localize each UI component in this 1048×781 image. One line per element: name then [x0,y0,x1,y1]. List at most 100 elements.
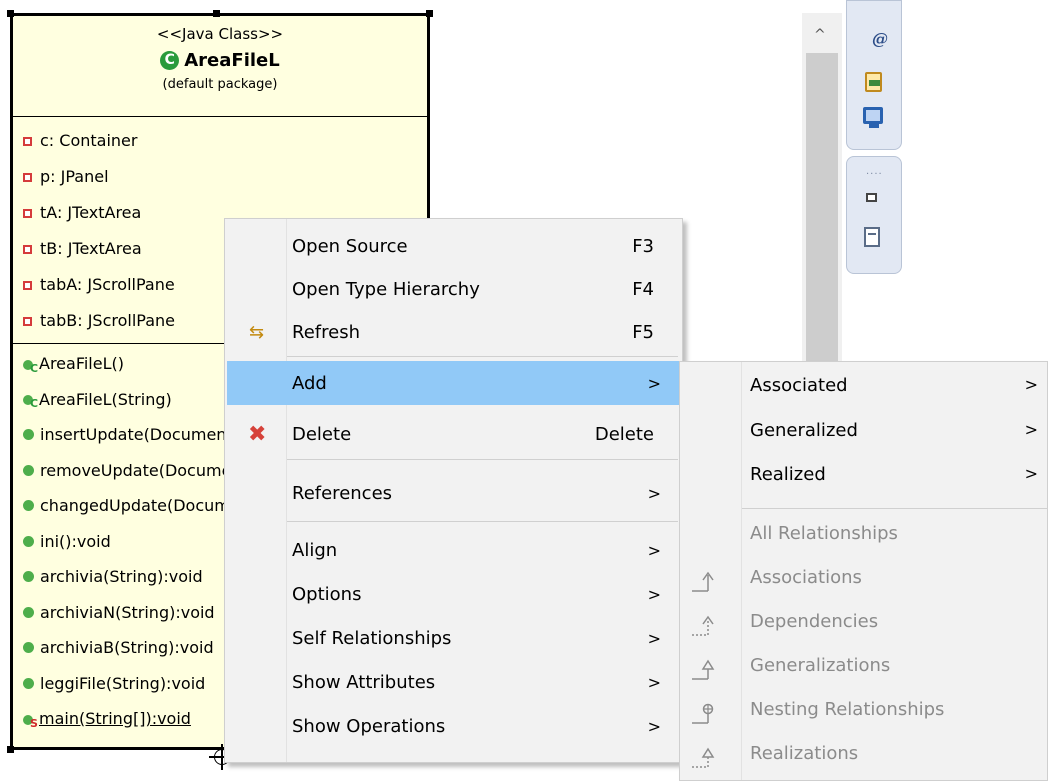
console-icon[interactable] [863,107,883,128]
attribute-label: tA: JTextArea [40,203,142,222]
submenu-item-nesting-relationships[interactable]: Nesting Relationships [680,699,1048,731]
class-icon: C [160,51,180,70]
constructor-label: AreaFileL(String) [39,389,172,409]
submenu-arrow-icon: > [647,373,661,393]
public-method-icon [23,571,34,583]
constructor-badge: C [30,397,39,411]
attribute-label: tabB: JScrollPane [40,311,175,330]
association-icon [692,571,714,592]
refresh-icon: ⇆ [249,321,265,343]
at-sign-icon[interactable]: @ [872,29,888,48]
submenu-item-label: Generalized [750,420,858,441]
public-method-icon [23,606,34,618]
operation-label: leggiFile(String):void [40,673,206,693]
menu-item-label: Add [292,372,327,394]
resize-handle[interactable] [7,10,14,17]
operation-label: insertUpdate(Document [40,425,233,444]
context-menu: Open Source F3 Open Type Hierarchy F4 ⇆ Ref… [224,218,683,763]
menu-item-show-attributes[interactable]: Show Attributes > [227,663,680,701]
menu-item-open-type-hierarchy[interactable]: Open Type Hierarchy F4 [227,270,680,308]
constructor-icon: C [23,358,38,375]
operation-label: ini():void [40,531,111,551]
submenu-item-label: Dependencies [750,611,879,632]
nesting-icon [692,703,714,724]
menu-item-add[interactable]: Add > [227,361,680,405]
menu-item-label: Show Attributes [292,671,436,693]
attribute-row[interactable]: c: Container [13,123,427,159]
public-method-icon [23,429,34,441]
add-submenu: Associated > Generalized > Realized > All R… [679,361,1048,781]
submenu-item-dependencies[interactable]: Dependencies [680,611,1048,643]
menu-item-label: Show Operations [292,715,446,737]
submenu-item-associations[interactable]: Associations [680,567,1048,599]
public-method-icon [23,677,34,689]
submenu-arrow-icon: > [647,483,661,503]
resize-handle[interactable] [213,10,220,17]
class-name: AreaFileL [184,50,280,71]
submenu-item-generalizations[interactable]: Generalizations [680,655,1048,687]
realization-icon [692,747,715,768]
submenu-item-label: Nesting Relationships [750,699,945,720]
private-field-icon [23,280,32,290]
class-header: <<Java Class>> C AreaFileL (default pack… [13,16,427,117]
public-method-icon [23,500,34,512]
attribute-row[interactable]: p: JPanel [13,159,427,195]
public-method-icon [23,642,34,654]
submenu-item-realizations[interactable]: Realizations [680,743,1048,775]
private-field-icon [23,172,32,182]
submenu-item-label: All Relationships [750,523,898,544]
menu-item-label: References [292,482,393,504]
submenu-item-associated[interactable]: Associated > [680,375,1048,407]
public-method-icon [23,535,34,547]
submenu-item-realized[interactable]: Realized > [680,464,1048,496]
operation-label: main(String[]):void [39,709,191,728]
submenu-item-all-relationships[interactable]: All Relationships [680,523,1048,555]
submenu-item-label: Generalizations [750,655,891,676]
private-field-icon [23,208,32,218]
menu-item-refresh[interactable]: ⇆ Refresh F5 [227,313,680,351]
submenu-separator [742,508,1048,509]
submenu-item-generalized[interactable]: Generalized > [680,420,1048,452]
menu-item-label: Delete [292,423,352,445]
panel-grip-icon[interactable]: .... [866,166,883,177]
menu-item-align[interactable]: Align > [227,531,680,569]
menu-item-options[interactable]: Options > [227,575,680,613]
class-name-row: C AreaFileL [13,44,427,77]
attribute-label: tabA: JScrollPane [40,275,175,294]
operation-label: archivia(String):void [40,567,203,586]
constructor-badge: C [30,361,39,375]
static-badge: S [30,716,38,730]
menu-item-references[interactable]: References > [227,474,680,512]
attribute-label: c: Container [40,131,138,150]
submenu-item-label: Realizations [750,743,859,764]
menu-separator [287,459,678,460]
outline-document-icon[interactable] [864,227,880,247]
attribute-label: p: JPanel [40,167,109,186]
resize-handle[interactable] [426,10,433,17]
menu-item-delete[interactable]: ✖ Delete Delete [227,415,680,453]
menu-item-label: Open Source [292,235,408,257]
restore-window-icon[interactable] [866,193,877,202]
menu-item-open-source[interactable]: Open Source F3 [227,227,680,265]
resize-handle[interactable] [7,746,14,753]
submenu-item-label: Associated [750,375,848,396]
generalization-icon [692,659,715,680]
class-package: (default package) [162,77,278,92]
menu-item-label: Align [292,539,338,561]
menu-item-show-operations[interactable]: Show Operations > [227,707,680,745]
scroll-up-icon[interactable]: ^ [814,27,826,43]
private-field-icon [23,136,32,146]
operation-label: archiviaN(String):void [40,602,215,622]
public-method-icon [23,464,34,476]
constructor-label: AreaFileL() [39,354,124,373]
menu-item-label: Self Relationships [292,627,452,649]
java-doc-icon[interactable] [865,72,882,92]
submenu-arrow-icon: > [1024,464,1038,483]
operation-label: archiviaB(String):void [40,638,214,657]
menu-item-shortcut: F3 [632,235,654,257]
menu-item-self-relationships[interactable]: Self Relationships > [227,619,680,657]
class-stereotype: <<Java Class>> [156,25,284,43]
submenu-arrow-icon: > [1024,375,1038,394]
submenu-arrow-icon: > [647,672,661,692]
dependency-icon [692,615,714,636]
